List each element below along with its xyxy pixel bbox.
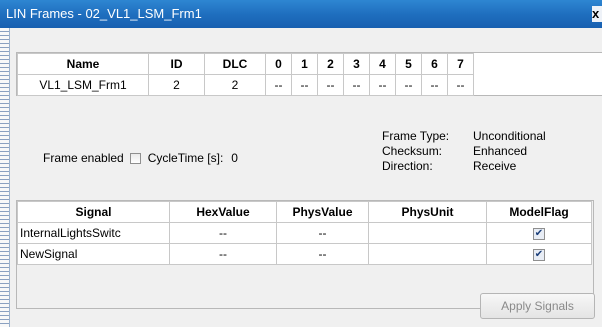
- frame-info-labels: Frame Type: Checksum: Direction:: [382, 129, 449, 174]
- frame-cell[interactable]: --: [317, 74, 344, 96]
- cycle-time-label: CycleTime [s]:: [147, 151, 224, 165]
- side-ruler: [0, 28, 10, 327]
- frame-cell[interactable]: --: [265, 74, 292, 96]
- frames-header-5[interactable]: 2: [317, 53, 344, 75]
- signal-phys-cell[interactable]: --: [276, 222, 369, 244]
- model-flag-checkbox[interactable]: ✔: [533, 227, 545, 240]
- frames-table: Name ID DLC 0 1 2 3 4 5 6 7 VL1_LSM_Frm1 2 2 -- -- -- --…: [17, 53, 474, 96]
- model-flag-cell: ✔: [486, 243, 592, 265]
- frame-enabled-label: Frame enabled: [43, 151, 124, 165]
- frames-header-2[interactable]: DLC: [204, 53, 266, 75]
- frame-cell[interactable]: --: [369, 74, 396, 96]
- signals-header-2[interactable]: PhysValue: [276, 201, 369, 223]
- signal-row[interactable]: NewSignal -- -- ✔: [17, 243, 592, 265]
- frame-info-values: Unconditional Enhanced Receive: [473, 129, 546, 174]
- signal-unit-cell[interactable]: [368, 222, 487, 244]
- checksum-value: Enhanced: [473, 144, 528, 158]
- signals-table: Signal HexValue PhysValue PhysUnit ModelFlag…: [17, 201, 592, 265]
- model-flag-checkbox[interactable]: ✔: [533, 248, 545, 261]
- frame-cell[interactable]: 2: [204, 74, 266, 96]
- signal-hex-cell[interactable]: --: [169, 243, 277, 265]
- frame-cell[interactable]: VL1_LSM_Frm1: [17, 74, 149, 96]
- checksum-label: Checksum:: [382, 144, 443, 158]
- frames-header-10[interactable]: 7: [447, 53, 474, 75]
- frame-cell[interactable]: --: [447, 74, 474, 96]
- frame-row[interactable]: VL1_LSM_Frm1 2 2 -- -- -- -- -- -- -- --: [17, 74, 474, 96]
- signal-signal-cell[interactable]: InternalLightsSwitc: [17, 222, 170, 244]
- signals-header-0[interactable]: Signal: [17, 201, 170, 223]
- window-title: LIN Frames - 02_VL1_LSM_Frm1: [6, 6, 202, 21]
- frame-cell[interactable]: --: [395, 74, 422, 96]
- main-panel: Name ID DLC 0 1 2 3 4 5 6 7 VL1_LSM_Frm1 2 2 -- -- -- --…: [10, 28, 602, 327]
- signals-header-3[interactable]: PhysUnit: [368, 201, 487, 223]
- frame-cell[interactable]: --: [343, 74, 370, 96]
- signal-hex-cell[interactable]: --: [169, 222, 277, 244]
- frames-grid: Name ID DLC 0 1 2 3 4 5 6 7 VL1_LSM_Frm1 2 2 -- -- -- --…: [16, 52, 602, 96]
- frames-header-7[interactable]: 4: [369, 53, 396, 75]
- title-bar: LIN Frames - 02_VL1_LSM_Frm1 x: [0, 0, 602, 28]
- model-flag-cell: ✔: [486, 222, 592, 244]
- cycle-time-value: 0: [231, 151, 238, 165]
- frames-header-9[interactable]: 6: [421, 53, 448, 75]
- frame-cell[interactable]: 2: [148, 74, 205, 96]
- frame-type-label: Frame Type:: [382, 129, 450, 143]
- frames-header-6[interactable]: 3: [343, 53, 370, 75]
- signal-phys-cell[interactable]: --: [276, 243, 369, 265]
- direction-label: Direction:: [382, 159, 433, 173]
- frame-type-value: Unconditional: [473, 129, 546, 143]
- signals-header-4[interactable]: ModelFlag: [486, 201, 592, 223]
- frame-enabled-checkbox[interactable]: [129, 152, 141, 164]
- frame-enabled-row: Frame enabled CycleTime [s]: 0: [43, 150, 238, 166]
- frames-header-0[interactable]: Name: [17, 53, 149, 75]
- signal-signal-cell[interactable]: NewSignal: [17, 243, 170, 265]
- direction-value: Receive: [473, 159, 517, 173]
- signal-unit-cell[interactable]: [368, 243, 487, 265]
- frames-header-1[interactable]: ID: [148, 53, 205, 75]
- signals-header-1[interactable]: HexValue: [169, 201, 277, 223]
- frames-header-3[interactable]: 0: [265, 53, 292, 75]
- signal-row[interactable]: InternalLightsSwitc -- -- ✔: [17, 222, 592, 244]
- frame-cell[interactable]: --: [421, 74, 448, 96]
- frames-header-8[interactable]: 5: [395, 53, 422, 75]
- close-icon[interactable]: x: [592, 6, 602, 22]
- frame-cell[interactable]: --: [291, 74, 318, 96]
- frames-header-4[interactable]: 1: [291, 53, 318, 75]
- apply-signals-button[interactable]: Apply Signals: [480, 293, 595, 319]
